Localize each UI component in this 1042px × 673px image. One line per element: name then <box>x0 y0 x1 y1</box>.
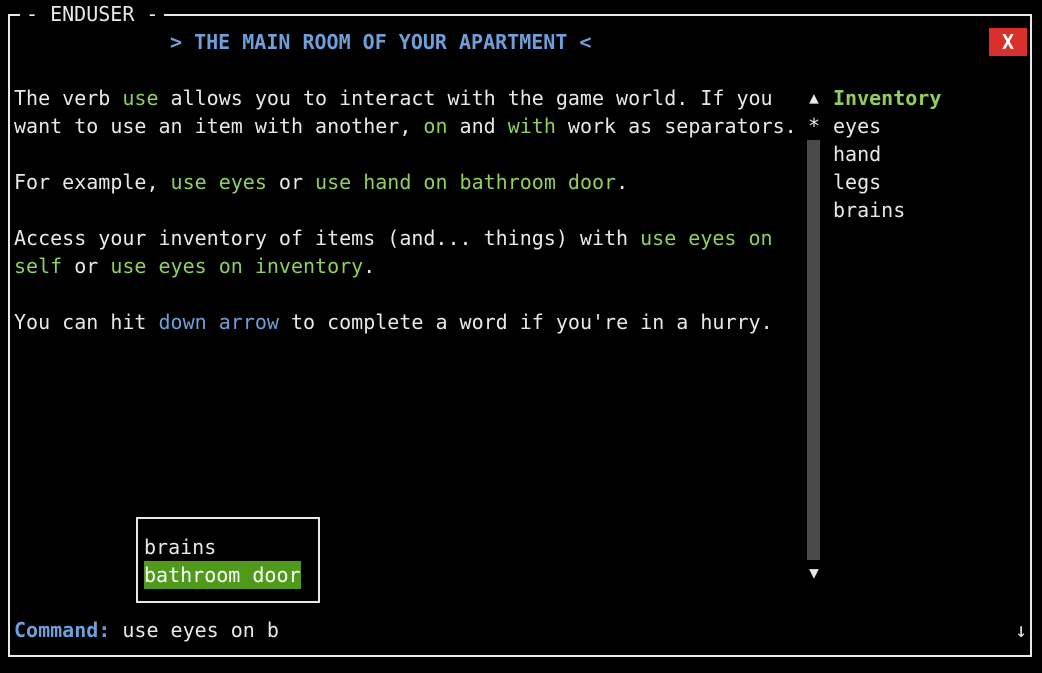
inventory-item: eyes <box>833 114 882 138</box>
text-span: You can hit <box>14 310 159 334</box>
down-arrow-icon[interactable]: ↓ <box>1012 616 1030 644</box>
scroll-up-arrow-icon[interactable]: ▲ <box>806 84 822 112</box>
keyword: use <box>122 86 159 110</box>
text-span: . <box>363 254 376 278</box>
text-span: Access your inventory of items (and... t… <box>14 226 641 250</box>
text-span: For example, <box>14 170 171 194</box>
inventory-item: legs <box>833 170 882 194</box>
command-label: Command: <box>14 618 111 642</box>
keyword: use eyes <box>170 170 267 194</box>
inventory-item: hand <box>833 142 882 166</box>
window-title-text: ENDUSER <box>50 2 135 26</box>
text-span: and <box>447 114 508 138</box>
autocomplete-option[interactable]: brains <box>144 533 216 561</box>
narrative-text: The verb use allows you to interact with… <box>14 84 804 364</box>
autocomplete-option-selected[interactable]: bathroom door <box>144 561 301 589</box>
text-span: The verb <box>14 86 123 110</box>
keyword: on <box>423 114 448 138</box>
scrollbar-track[interactable] <box>807 140 820 560</box>
paragraph-autocomplete-hint: You can hit down arrow to complete a wor… <box>14 308 804 336</box>
keyword: with <box>507 114 556 138</box>
text-span: . <box>616 170 629 194</box>
text-span: work as separators. <box>555 114 797 138</box>
keyword: use hand on bathroom door <box>315 170 617 194</box>
autocomplete-dropdown: brains bathroom door <box>136 517 320 603</box>
room-title: > THE MAIN ROOM OF YOUR APARTMENT < <box>170 30 592 54</box>
text-span: to complete a word if you're in a hurry. <box>278 310 773 334</box>
text-span: or <box>266 170 316 194</box>
command-input[interactable]: use eyes on b <box>122 618 279 642</box>
text-span: or <box>62 254 111 278</box>
paragraph-example: For example, use eyes or use hand on bat… <box>14 168 804 196</box>
close-button[interactable]: X <box>989 28 1027 56</box>
scroll-position-marker: * <box>807 114 821 138</box>
inventory-title: Inventory <box>833 86 942 110</box>
paragraph-verb-use: The verb use allows you to interact with… <box>14 84 804 140</box>
window-title: - ENDUSER - <box>20 1 165 27</box>
inventory-panel: Inventory eyes hand legs brains <box>833 84 941 224</box>
inventory-item: brains <box>833 198 906 222</box>
paragraph-inventory-access: Access your inventory of items (and... t… <box>14 224 804 280</box>
keyword: use eyes on inventory <box>110 254 364 278</box>
command-line: Command: use eyes on b <box>14 616 279 644</box>
scroll-down-arrow-icon[interactable]: ▼ <box>806 560 822 586</box>
hint-keyword: down arrow <box>158 310 279 334</box>
